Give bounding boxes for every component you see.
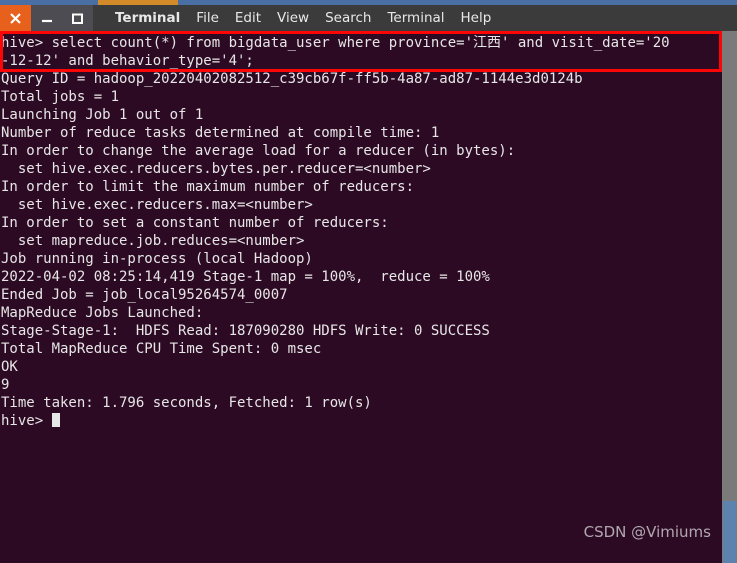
terminal-line: Ended Job = job_local95264574_0007 (1, 287, 288, 303)
menu-item-search[interactable]: Search (317, 5, 379, 31)
terminal-line: set mapreduce.job.reduces=<number> (1, 233, 305, 249)
scrollbar-thumb[interactable] (723, 501, 736, 563)
terminal-prompt-line: hive> (1, 412, 721, 430)
menu-item-file[interactable]: File (188, 5, 227, 31)
menu-item-edit[interactable]: Edit (227, 5, 269, 31)
window-controls (0, 5, 93, 31)
terminal-line: 9 (1, 377, 10, 393)
terminal-line: In order to change the average load for … (1, 143, 516, 159)
terminal-lines: hive> select count(*) from bigdata_user … (1, 34, 721, 430)
terminal-line: Total jobs = 1 (1, 89, 120, 105)
terminal-line: set hive.exec.reducers.bytes.per.reducer… (1, 161, 431, 177)
menu-item-view[interactable]: View (269, 5, 317, 31)
terminal-line: MapReduce Jobs Launched: (1, 305, 204, 321)
terminal-output-area[interactable]: hive> select count(*) from bigdata_user … (0, 31, 729, 563)
terminal-line: In order to set a constant number of red… (1, 215, 389, 231)
minimize-icon (41, 19, 52, 22)
menu-bar: Terminal File Edit View Search Terminal … (107, 5, 499, 31)
terminal-line: OK (1, 359, 18, 375)
terminal-line: set hive.exec.reducers.max=<number> (1, 197, 313, 213)
terminal-line: In order to limit the maximum number of … (1, 179, 415, 195)
terminal-line: Job running in-process (local Hadoop) (1, 251, 313, 267)
maximize-icon (72, 13, 83, 24)
close-button[interactable] (0, 5, 31, 31)
prompt-text: hive> (1, 413, 52, 429)
terminal-line: Number of reduce tasks determined at com… (1, 125, 440, 141)
watermark: CSDN @Vimiums (583, 523, 711, 541)
title-bar: Terminal File Edit View Search Terminal … (0, 5, 737, 31)
terminal-line: hive> select count(*) from bigdata_user … (1, 35, 670, 51)
terminal-line: 2022-04-02 08:25:14,419 Stage-1 map = 10… (1, 269, 490, 285)
minimize-button[interactable] (31, 5, 62, 31)
terminal-line: Query ID = hadoop_20220402082512_c39cb67… (1, 71, 583, 87)
scrollbar[interactable] (722, 31, 737, 563)
menu-item-help[interactable]: Help (453, 5, 500, 31)
terminal-line: Launching Job 1 out of 1 (1, 107, 204, 123)
terminal-line: Total MapReduce CPU Time Spent: 0 msec (1, 341, 322, 357)
terminal-window: Terminal File Edit View Search Terminal … (0, 0, 737, 563)
maximize-button[interactable] (62, 5, 93, 31)
text-cursor (51, 413, 60, 427)
menu-item-terminal-app[interactable]: Terminal (107, 5, 188, 31)
menu-item-terminal[interactable]: Terminal (379, 5, 452, 31)
terminal-line: Time taken: 1.796 seconds, Fetched: 1 ro… (1, 395, 372, 411)
terminal-line: -12-12' and behavior_type='4'; (1, 53, 254, 69)
terminal-line: Stage-Stage-1: HDFS Read: 187090280 HDFS… (1, 323, 490, 339)
close-icon (10, 12, 21, 24)
